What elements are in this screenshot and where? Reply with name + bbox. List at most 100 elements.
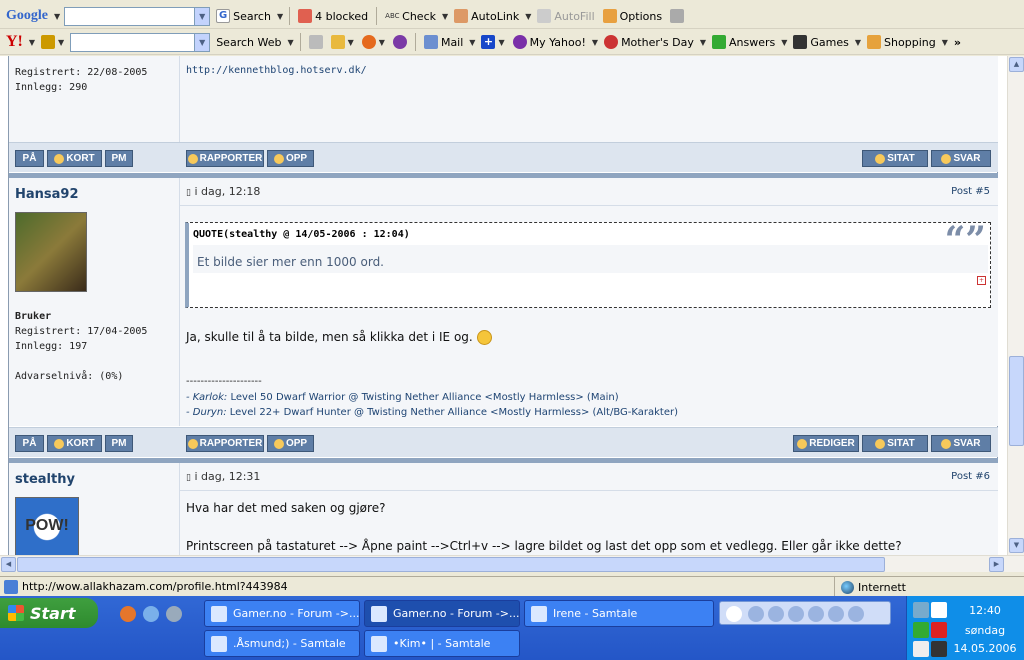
signature-char-name[interactable]: - Duryn:	[186, 407, 227, 418]
scroll-up-icon[interactable]: ▲	[1009, 57, 1024, 72]
reply-button[interactable]: SVAR	[931, 435, 991, 452]
post-number[interactable]: Post #6	[951, 471, 990, 482]
chevron-down-icon[interactable]: ▼	[469, 38, 475, 47]
pm-button[interactable]: PM	[105, 150, 133, 167]
chevron-down-icon[interactable]: ▼	[855, 38, 861, 47]
quote-button[interactable]: SITAT	[862, 435, 928, 452]
taskbar-window[interactable]: Gamer.no - Forum ->...	[364, 600, 520, 627]
google-search-button[interactable]: G Search	[214, 9, 273, 23]
more-chevron[interactable]: »	[952, 36, 963, 49]
username[interactable]: stealthy	[15, 472, 75, 487]
security-tray-icon[interactable]	[931, 622, 947, 638]
scroll-down-icon[interactable]: ▼	[1009, 538, 1024, 553]
spellcheck-button[interactable]: ABC Check	[383, 9, 438, 23]
kort-label: KORT	[66, 153, 95, 164]
games-button[interactable]: Games	[791, 35, 850, 49]
chevron-down-icon[interactable]: ▼	[700, 38, 706, 47]
mothers-day-button[interactable]: Mother's Day	[602, 35, 696, 49]
stop-icon[interactable]	[748, 606, 764, 622]
network-tray-icon[interactable]	[931, 602, 947, 618]
chevron-down-icon[interactable]: ▼	[277, 12, 283, 21]
my-yahoo-button[interactable]: My Yahoo!	[511, 35, 588, 49]
start-button[interactable]: Start	[0, 598, 98, 628]
yahoo-search-input[interactable]: ▼	[70, 32, 211, 52]
profile-card-button[interactable]: KORT	[47, 435, 102, 452]
pencil-button[interactable]	[668, 9, 686, 23]
play-icon[interactable]	[768, 606, 784, 622]
taskbar-window[interactable]: Gamer.no - Forum ->...	[204, 600, 360, 627]
ie-icon[interactable]	[143, 606, 159, 622]
chevron-down-icon[interactable]: ▼	[498, 38, 504, 47]
popup-blocker-button[interactable]: 4 blocked	[296, 9, 370, 23]
media-tray-icon[interactable]	[931, 641, 947, 657]
quote-button[interactable]: SITAT	[862, 150, 928, 167]
search-web-button[interactable]: Search Web	[214, 36, 283, 49]
chevron-down-icon[interactable]: ▼	[379, 38, 385, 47]
bookmarks-button[interactable]: ▼	[329, 35, 356, 49]
edit-button[interactable]: REDIGER	[793, 435, 859, 452]
chevron-down-icon[interactable]: ▼	[54, 12, 60, 21]
taskbar-window[interactable]: Irene - Samtale	[524, 600, 714, 627]
vertical-scrollbar[interactable]: ▲ ▼	[1007, 56, 1024, 555]
antivirus-tray-icon[interactable]	[913, 622, 929, 638]
next-icon[interactable]	[828, 606, 844, 622]
google-search-input[interactable]: ▼	[64, 6, 211, 26]
volume-tray-icon[interactable]	[913, 641, 929, 657]
taskbar-window[interactable]: •Kim• | - Samtale	[364, 630, 520, 657]
chevron-down-icon[interactable]: ▼	[781, 38, 787, 47]
scroll-thumb[interactable]	[1009, 356, 1024, 446]
clock-time[interactable]: 12:40	[947, 604, 1023, 617]
online-button[interactable]: PÅ	[15, 150, 44, 167]
google-logo[interactable]: Google	[4, 8, 50, 24]
report-button[interactable]: RAPPORTER	[186, 150, 264, 167]
chevron-down-icon[interactable]: ▼	[194, 7, 210, 25]
chevron-down-icon[interactable]: ▼	[525, 12, 531, 21]
mail-button[interactable]: Mail	[422, 35, 465, 49]
previous-icon[interactable]	[808, 606, 824, 622]
pause-icon[interactable]	[788, 606, 804, 622]
username[interactable]: Hansa92	[15, 187, 79, 202]
chevron-down-icon[interactable]: ▼	[942, 38, 948, 47]
blog-link[interactable]: http://kennethblog.hotserv.dk/	[186, 65, 367, 76]
chevron-down-icon[interactable]: ▼	[194, 33, 210, 51]
eraser-button[interactable]	[307, 35, 325, 49]
post-time-text: i dag, 12:18	[194, 185, 261, 198]
answers-button[interactable]: Answers	[710, 35, 777, 49]
scroll-thumb[interactable]	[17, 557, 885, 572]
scroll-right-icon[interactable]: ▶	[989, 557, 1004, 572]
yahoo-logo[interactable]: Y!	[4, 33, 25, 51]
horizontal-scrollbar[interactable]: ◀ ▶	[0, 555, 1024, 572]
up-button[interactable]: OPP	[267, 435, 314, 452]
chevron-down-icon[interactable]: ▼	[58, 38, 64, 47]
profile-card-button[interactable]: KORT	[47, 150, 102, 167]
pm-button[interactable]: PM	[105, 435, 133, 452]
msn-tray-icon[interactable]	[913, 602, 929, 618]
highlight-button[interactable]: ▼	[39, 35, 66, 49]
chevron-down-icon[interactable]: ▼	[442, 12, 448, 21]
post-number[interactable]: Post #5	[951, 186, 990, 197]
chevron-down-icon[interactable]: ▼	[592, 38, 598, 47]
online-button[interactable]: PÅ	[15, 435, 44, 452]
add-button[interactable]: + ▼	[479, 35, 506, 49]
scroll-left-icon[interactable]: ◀	[1, 557, 16, 572]
firefox-icon[interactable]	[120, 606, 136, 622]
chevron-down-icon[interactable]: ▼	[29, 38, 35, 47]
up-button[interactable]: OPP	[267, 150, 314, 167]
expand-icon[interactable]: +	[977, 276, 986, 285]
chevron-down-icon[interactable]: ▼	[287, 38, 293, 47]
antispy-button[interactable]: ▼	[360, 35, 387, 49]
volume-icon[interactable]	[848, 606, 864, 622]
autolink-button[interactable]: AutoLink	[452, 9, 521, 23]
reply-button[interactable]: SVAR	[931, 150, 991, 167]
taskbar-window[interactable]: .Åsmund;) - Samtale	[204, 630, 360, 657]
shopping-button[interactable]: Shopping	[865, 35, 938, 49]
music-button[interactable]	[391, 35, 409, 49]
report-button[interactable]: RAPPORTER	[186, 435, 264, 452]
separator	[299, 33, 301, 51]
signature-char-name[interactable]: - Karlok:	[186, 392, 227, 403]
media-player-icon[interactable]	[166, 606, 182, 622]
options-button[interactable]: Options	[601, 9, 664, 23]
windows-media-icon[interactable]	[726, 606, 742, 622]
autofill-button[interactable]: AutoFill	[535, 9, 596, 23]
chevron-down-icon[interactable]: ▼	[348, 38, 354, 47]
